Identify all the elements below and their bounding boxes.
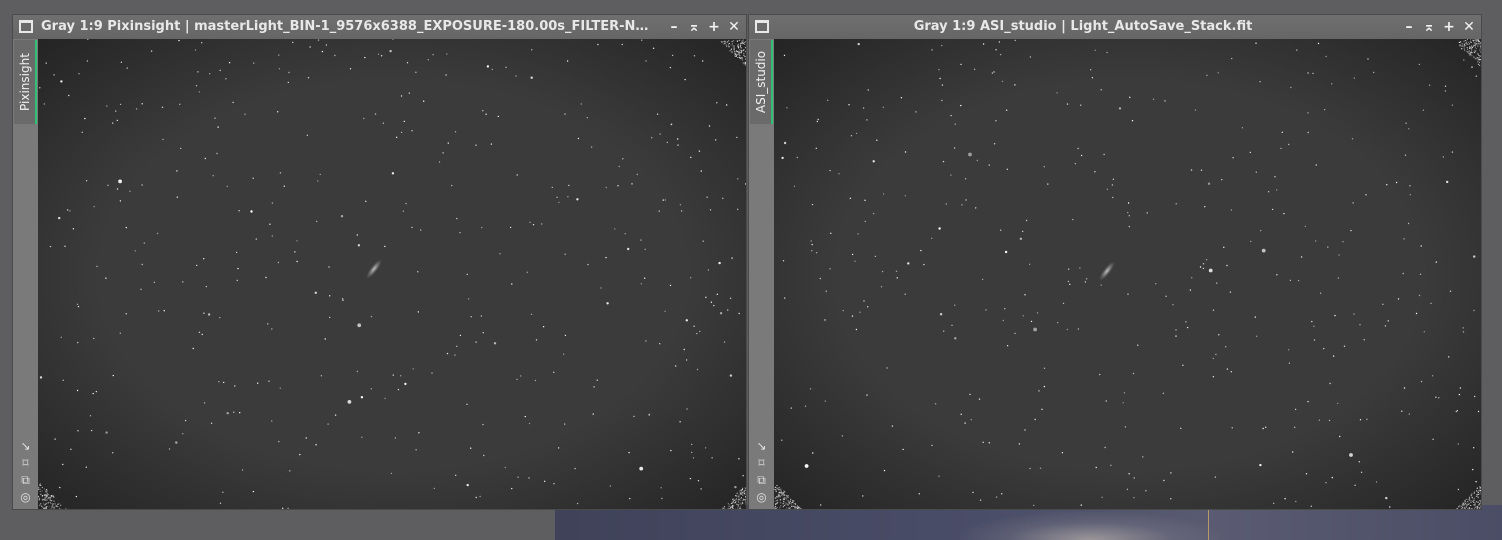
- window-icon[interactable]: [755, 20, 769, 33]
- view-tab-pixinsight[interactable]: Pixinsight: [14, 40, 37, 124]
- minimize-button[interactable]: –: [1401, 19, 1417, 35]
- window-titlebar[interactable]: Gray 1:9 Pixinsight | masterLight_BIN-1_…: [13, 15, 746, 39]
- window-side-panel: Pixinsight ↘ ⌑ ⧉ ◎: [13, 39, 38, 509]
- minimize-button[interactable]: –: [666, 19, 682, 35]
- clone-view-icon[interactable]: ⧉: [755, 473, 769, 488]
- zoom-fit-icon[interactable]: ⌑: [755, 456, 769, 471]
- desktop-wallpaper-glow: [960, 512, 1220, 540]
- view-tab-label: Pixinsight: [17, 53, 32, 111]
- window-icon[interactable]: [19, 20, 33, 33]
- star-field-image: [774, 39, 1481, 509]
- maximize-button[interactable]: +: [1441, 19, 1457, 35]
- target-icon[interactable]: ◎: [19, 490, 33, 505]
- view-tab-asi-studio[interactable]: ASI_studio: [750, 40, 773, 124]
- zoom-fit-icon[interactable]: ⌑: [19, 456, 33, 471]
- close-button[interactable]: ✕: [1461, 19, 1477, 35]
- image-window-pixinsight[interactable]: Gray 1:9 Pixinsight | masterLight_BIN-1_…: [12, 14, 747, 510]
- close-button[interactable]: ✕: [726, 19, 742, 35]
- window-title: Gray 1:9 Pixinsight | masterLight_BIN-1_…: [41, 19, 654, 34]
- maximize-button[interactable]: +: [706, 19, 722, 35]
- window-title: Gray 1:9 ASI_studio | Light_AutoSave_Sta…: [913, 19, 1253, 34]
- fit-window-icon[interactable]: ↘: [19, 439, 33, 454]
- fit-window-icon[interactable]: ↘: [755, 439, 769, 454]
- image-window-asi-studio[interactable]: Gray 1:9 ASI_studio | Light_AutoSave_Sta…: [748, 14, 1482, 510]
- desktop-wallpaper-line: [1208, 508, 1209, 540]
- view-tab-label: ASI_studio: [753, 50, 768, 114]
- window-side-panel: ASI_studio ↘ ⌑ ⧉ ◎: [749, 39, 774, 509]
- image-viewport[interactable]: [774, 39, 1481, 509]
- clone-view-icon[interactable]: ⧉: [19, 473, 33, 488]
- image-viewport[interactable]: [38, 39, 746, 509]
- window-titlebar[interactable]: Gray 1:9 ASI_studio | Light_AutoSave_Sta…: [749, 15, 1481, 39]
- shade-button[interactable]: ⌅: [1421, 19, 1437, 35]
- star-field-image: [38, 39, 746, 509]
- target-icon[interactable]: ◎: [755, 490, 769, 505]
- shade-button[interactable]: ⌅: [686, 19, 702, 35]
